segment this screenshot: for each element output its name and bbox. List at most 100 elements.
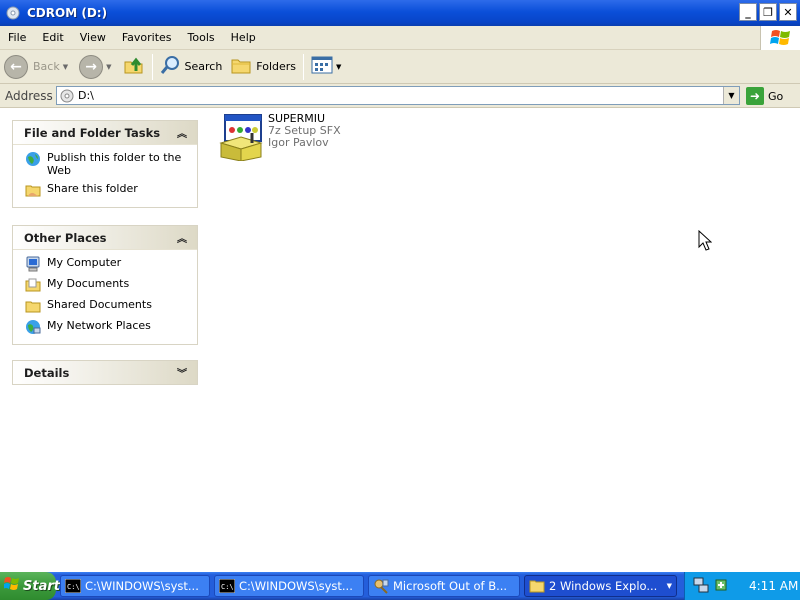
documents-folder-icon (25, 277, 41, 293)
start-button[interactable]: Start (0, 572, 60, 600)
forward-arrow-icon: → (79, 54, 104, 79)
go-button[interactable]: ➜ Go (746, 86, 783, 106)
search-button[interactable]: Search (156, 53, 227, 81)
clock[interactable]: 4:11 AM (749, 579, 798, 593)
toolbar: ← Back ▼ → ▼ Search Folders ▼ (0, 50, 800, 84)
group-dropdown-icon: ▼ (666, 582, 672, 590)
place-my-computer[interactable]: My Computer (25, 256, 191, 272)
panel-title: Other Places (24, 230, 107, 245)
taskbar-button-explorer-group[interactable]: 2 Windows Explo... ▼ (524, 575, 677, 597)
start-label: Start (23, 578, 60, 594)
task-publish-web[interactable]: Publish this folder to the Web (25, 151, 191, 177)
menu-file[interactable]: File (0, 31, 34, 44)
address-input[interactable]: D:\ ▼ (56, 86, 740, 105)
network-icon (25, 319, 41, 335)
menu-help[interactable]: Help (223, 31, 264, 44)
search-icon (160, 54, 182, 79)
views-button[interactable]: ▼ (307, 53, 348, 81)
system-tray: 4:11 AM (684, 572, 800, 600)
safely-remove-icon[interactable] (713, 577, 729, 596)
windows-logo-icon (760, 26, 800, 50)
place-label: My Documents (47, 277, 130, 290)
minimize-button[interactable]: _ (739, 3, 757, 21)
menu-favorites[interactable]: Favorites (114, 31, 180, 44)
menu-bar: File Edit View Favorites Tools Help (0, 26, 800, 50)
back-dropdown-icon[interactable]: ▼ (63, 63, 68, 71)
forward-dropdown-icon[interactable]: ▼ (106, 63, 111, 71)
search-label: Search (184, 60, 223, 73)
place-my-documents[interactable]: My Documents (25, 277, 191, 293)
menu-edit[interactable]: Edit (34, 31, 71, 44)
go-label: Go (768, 89, 784, 103)
back-button[interactable]: ← Back ▼ (0, 53, 75, 81)
console-icon: C:\ (219, 579, 235, 593)
toolbar-separator (151, 53, 153, 80)
taskbar: Start C:\ C:\WINDOWS\syst... C:\ C:\WIND… (0, 572, 800, 600)
file-company: Igor Pavlov (268, 136, 329, 149)
taskbar-button-oobe[interactable]: Microsoft Out of B... (368, 575, 520, 597)
address-dropdown-icon[interactable]: ▼ (723, 87, 739, 104)
place-shared-documents[interactable]: Shared Documents (25, 298, 191, 314)
installer-icon (218, 113, 264, 162)
share-folder-icon (25, 182, 41, 198)
up-folder-button[interactable] (119, 53, 149, 81)
file-folder-tasks-header[interactable]: File and Folder Tasks ︽ (13, 121, 197, 144)
taskbar-button-console-1[interactable]: C:\ C:\WINDOWS\syst... (60, 575, 210, 597)
place-label: My Computer (47, 256, 122, 269)
place-label: Shared Documents (47, 298, 152, 311)
up-folder-icon (123, 54, 145, 79)
place-label: My Network Places (47, 319, 151, 332)
console-icon: C:\ (65, 579, 81, 593)
collapse-chevron-icon[interactable]: ︽ (177, 125, 187, 140)
task-label: C:\WINDOWS\syst... (85, 579, 199, 593)
panel-title: Details (24, 365, 70, 380)
svg-text:C:\: C:\ (67, 583, 80, 591)
task-label: Publish this folder to the Web (47, 151, 182, 177)
place-my-network-places[interactable]: My Network Places (25, 319, 191, 335)
folder-icon (529, 579, 545, 593)
cdrom-drive-icon (5, 5, 21, 21)
menu-view[interactable]: View (72, 31, 114, 44)
minimize-icon: _ (745, 5, 751, 19)
restore-button[interactable]: ❐ (759, 3, 777, 21)
address-value: D:\ (78, 89, 94, 102)
details-header[interactable]: Details ︾ (13, 361, 197, 384)
window-title: CDROM (D:) (27, 6, 108, 20)
globe-icon (25, 151, 41, 167)
restore-icon: ❐ (763, 5, 773, 19)
folders-label: Folders (256, 60, 297, 73)
windows-logo-icon (3, 576, 20, 596)
task-label: 2 Windows Explo... (549, 579, 658, 593)
details-panel: Details ︾ (12, 360, 198, 385)
task-share-folder[interactable]: Share this folder (25, 182, 191, 198)
shared-folder-icon (25, 298, 41, 314)
setup-icon (373, 579, 389, 594)
folders-button[interactable]: Folders (226, 53, 300, 81)
folders-icon (230, 55, 252, 78)
file-item[interactable]: SUPERMIU 7z Setup SFX Igor Pavlov (218, 113, 341, 162)
collapse-chevron-icon[interactable]: ︽ (177, 230, 187, 245)
forward-button[interactable]: → ▼ (75, 53, 118, 81)
views-icon (311, 56, 333, 77)
back-arrow-icon: ← (4, 54, 28, 79)
cdrom-drive-icon (60, 89, 74, 103)
task-label: Share this folder (47, 182, 138, 195)
close-icon: ✕ (783, 5, 793, 19)
task-label: Microsoft Out of B... (393, 579, 508, 593)
address-bar: Address D:\ ▼ ➜ Go (0, 84, 800, 108)
other-places-header[interactable]: Other Places ︽ (13, 226, 197, 249)
svg-text:C:\: C:\ (221, 583, 234, 591)
close-button[interactable]: ✕ (779, 3, 797, 21)
network-connection-icon[interactable] (693, 577, 709, 596)
other-places-panel: Other Places ︽ My Computer My Documents (12, 225, 198, 345)
menu-tools[interactable]: Tools (180, 31, 223, 44)
task-label: C:\WINDOWS\syst... (239, 579, 353, 593)
title-bar: CDROM (D:) _ ❐ ✕ (0, 0, 800, 26)
address-label: Address (5, 88, 53, 103)
panel-title: File and Folder Tasks (24, 125, 161, 140)
back-label: Back (33, 60, 60, 73)
taskbar-button-console-2[interactable]: C:\ C:\WINDOWS\syst... (214, 575, 364, 597)
go-arrow-icon: ➜ (746, 87, 764, 105)
expand-chevron-icon[interactable]: ︾ (177, 365, 187, 380)
computer-icon (25, 256, 41, 272)
